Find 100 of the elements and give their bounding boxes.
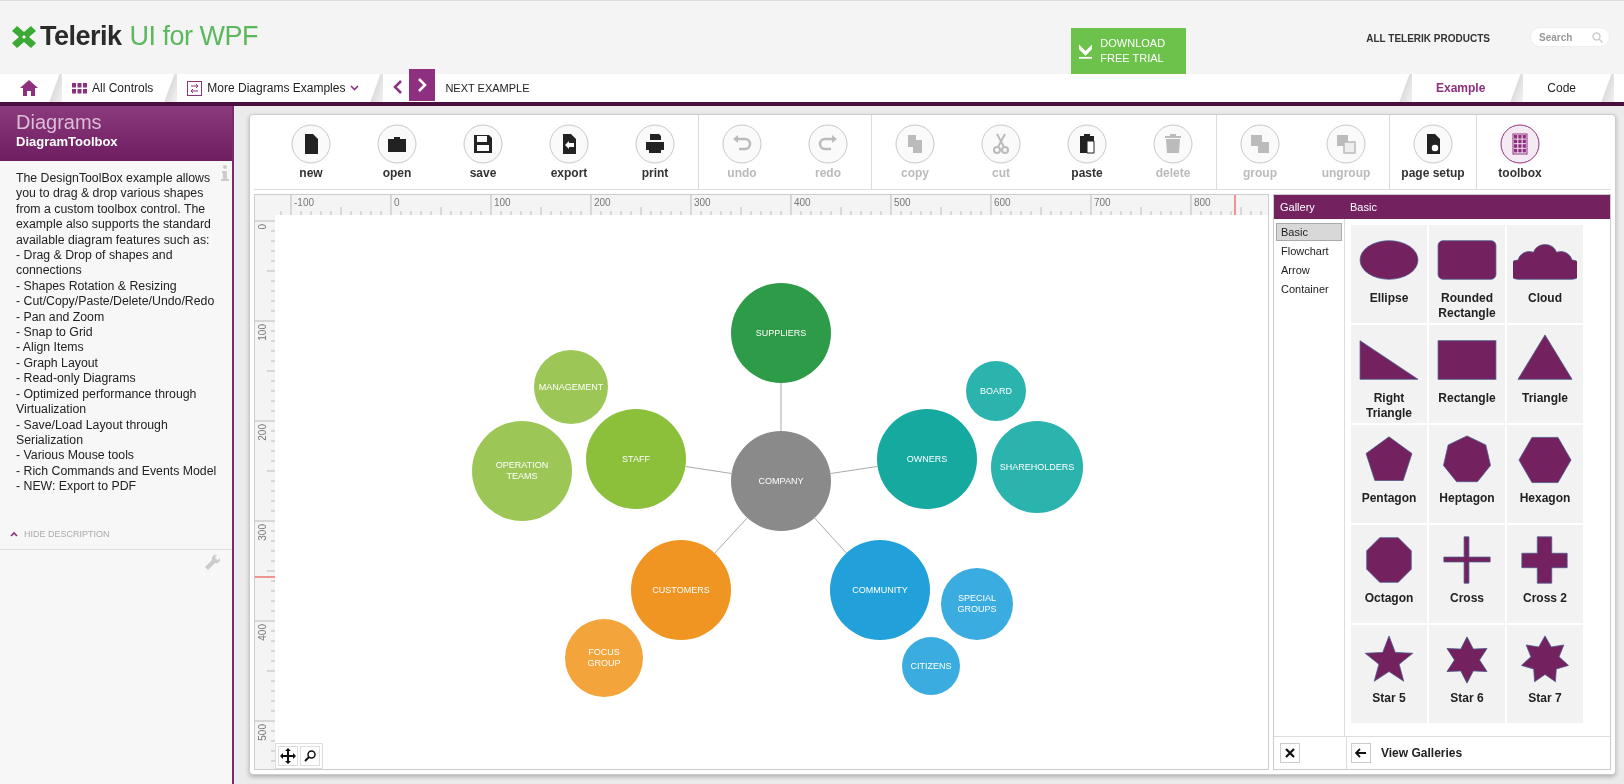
ruler-label: -100 xyxy=(294,197,314,208)
sidebar-subtitle: DiagramToolbox xyxy=(16,134,119,149)
products-link[interactable]: ALL TELERIK PRODUCTS xyxy=(1366,33,1490,44)
shape-tile[interactable]: Star 5 xyxy=(1351,625,1427,723)
shape-tile[interactable]: Heptagon xyxy=(1429,425,1505,523)
feature-item: - Snap to Grid xyxy=(16,325,94,341)
feature-item: - NEW: Export to PDF xyxy=(16,479,138,495)
diagram-node: SPECIAL GROUPS xyxy=(941,568,1013,640)
diagram-node: BOARD xyxy=(966,361,1026,421)
ruler-label: 100 xyxy=(494,197,511,208)
feature-item: - Graph Layout xyxy=(16,355,100,372)
diagram-node: MANAGEMENT xyxy=(534,350,608,424)
ruler-label: 300 xyxy=(257,524,268,541)
next-example-label: NEXT EXAMPLE xyxy=(445,82,530,94)
shape-tile[interactable]: Star 7 xyxy=(1507,625,1583,723)
feature-item: - Various Mouse tools xyxy=(16,448,135,464)
connector-line xyxy=(684,466,733,474)
zoom-button[interactable] xyxy=(300,746,320,766)
chevron-left-icon xyxy=(393,79,404,94)
ruler-label: 200 xyxy=(594,197,611,208)
diagram-node: SHAREHOLDERS xyxy=(991,421,1083,513)
floppy-disk-icon xyxy=(463,124,503,164)
clipboard-icon xyxy=(1067,124,1107,164)
toolbar-button[interactable]: save xyxy=(440,115,526,189)
connector-line xyxy=(714,517,748,554)
diagram-node: SUPPLIERS xyxy=(731,283,831,383)
ruler-label: 600 xyxy=(994,197,1011,208)
ruler-label: 400 xyxy=(257,624,268,641)
home-icon[interactable] xyxy=(20,80,38,96)
pan-button[interactable] xyxy=(278,746,298,766)
toolbar-button[interactable]: open xyxy=(354,115,440,189)
feature-item: - Shapes Rotation & Resizing xyxy=(16,278,178,295)
next-button[interactable] xyxy=(409,69,436,101)
toolbar-button[interactable]: export xyxy=(526,115,612,189)
shape-tile[interactable]: Hexagon xyxy=(1507,425,1583,523)
ruler-label: 500 xyxy=(894,197,911,208)
overlapping-squares-icon xyxy=(1240,124,1280,164)
search-field[interactable]: Search xyxy=(1530,27,1610,47)
sidebar-title: Diagrams xyxy=(16,110,103,134)
grid-icon xyxy=(72,82,87,94)
diagram-node: OPERATION TEAMS xyxy=(472,421,572,521)
logo-product: UI for WPF xyxy=(129,21,259,52)
gallery-category[interactable]: Basic xyxy=(1276,223,1342,241)
ruler-label: 500 xyxy=(257,724,268,741)
gallery-category[interactable]: Arrow xyxy=(1276,261,1342,279)
move-icon xyxy=(280,748,296,764)
shape-tile[interactable]: Cross 2 xyxy=(1507,525,1583,623)
shape-tile[interactable]: Star 6 xyxy=(1429,625,1505,723)
feature-item: - Save/Load Layout through Serialization xyxy=(16,417,169,449)
ruler-label: 400 xyxy=(794,197,811,208)
back-button[interactable] xyxy=(1351,743,1371,763)
scissors-icon xyxy=(981,124,1021,164)
shape-tile[interactable]: Cross xyxy=(1429,525,1505,623)
feature-item: - Drag & Drop of shapes and connections xyxy=(16,248,174,279)
shape-tile[interactable]: Rectangle xyxy=(1429,325,1505,423)
toolbar-button[interactable]: paste xyxy=(1044,115,1130,189)
search-icon xyxy=(1592,32,1603,43)
gallery-category[interactable]: Flowchart xyxy=(1276,242,1342,260)
toolbar-button[interactable]: toolbox xyxy=(1477,115,1563,189)
nav-link[interactable]: More Diagrams Examples xyxy=(187,80,360,96)
ruler-label: 0 xyxy=(394,197,400,208)
diagram-node: COMPANY xyxy=(731,431,831,531)
shape-tile[interactable]: Rounded Rectangle xyxy=(1429,225,1505,323)
redo-icon xyxy=(808,124,848,164)
gallery-category[interactable]: Container xyxy=(1276,280,1342,298)
toolbar-button[interactable]: new xyxy=(268,115,354,189)
ruler-label: 200 xyxy=(257,424,268,441)
printer-icon xyxy=(635,124,675,164)
examples-icon xyxy=(187,80,203,96)
shape-tile[interactable]: Pentagon xyxy=(1351,425,1427,523)
gallery-current: Basic xyxy=(1350,201,1377,213)
description-text: The DesignToolBox example allows you to drag & drop various shapes from a custom toolbox control. The example also supports the standard available diagram features such as: xyxy=(16,171,212,249)
diagram-node: OWNERS xyxy=(877,409,977,509)
shape-tile[interactable]: Cloud xyxy=(1507,225,1583,323)
squares-icon xyxy=(1326,124,1366,164)
grid-icon xyxy=(1500,124,1540,164)
shape-tile[interactable]: Ellipse xyxy=(1351,225,1427,323)
feature-item: - Align Items xyxy=(16,340,85,356)
feature-item: - Optimized performance through Virtualization xyxy=(16,386,198,418)
shape-tile[interactable]: Triangle xyxy=(1507,325,1583,423)
connector-line xyxy=(780,382,782,432)
feature-item: - Cut/Copy/Paste/Delete/Undo/Redo xyxy=(16,294,216,310)
nav-link[interactable]: All Controls xyxy=(72,81,154,95)
toolbar-button[interactable]: print xyxy=(612,115,698,189)
shape-tile[interactable]: Right Triangle xyxy=(1351,325,1427,423)
close-button[interactable] xyxy=(1280,743,1300,763)
view-tab[interactable]: Code xyxy=(1533,81,1590,95)
info-icon xyxy=(221,165,229,181)
logo-brand: Telerik xyxy=(40,21,122,52)
chevron-right-icon xyxy=(417,78,428,92)
toolbar-button[interactable]: page setup xyxy=(1390,115,1476,189)
document-icon xyxy=(291,124,331,164)
diagram-node: FOCUS GROUP xyxy=(565,619,643,697)
ruler-label: 700 xyxy=(1094,197,1111,208)
view-tab[interactable]: Example xyxy=(1421,81,1500,95)
diagram-node: CUSTOMERS xyxy=(631,540,731,640)
briefcase-icon xyxy=(377,124,417,164)
shape-tile[interactable]: Octagon xyxy=(1351,525,1427,623)
view-galleries-label[interactable]: View Galleries xyxy=(1381,746,1463,760)
arrow-left-icon xyxy=(1355,748,1367,758)
